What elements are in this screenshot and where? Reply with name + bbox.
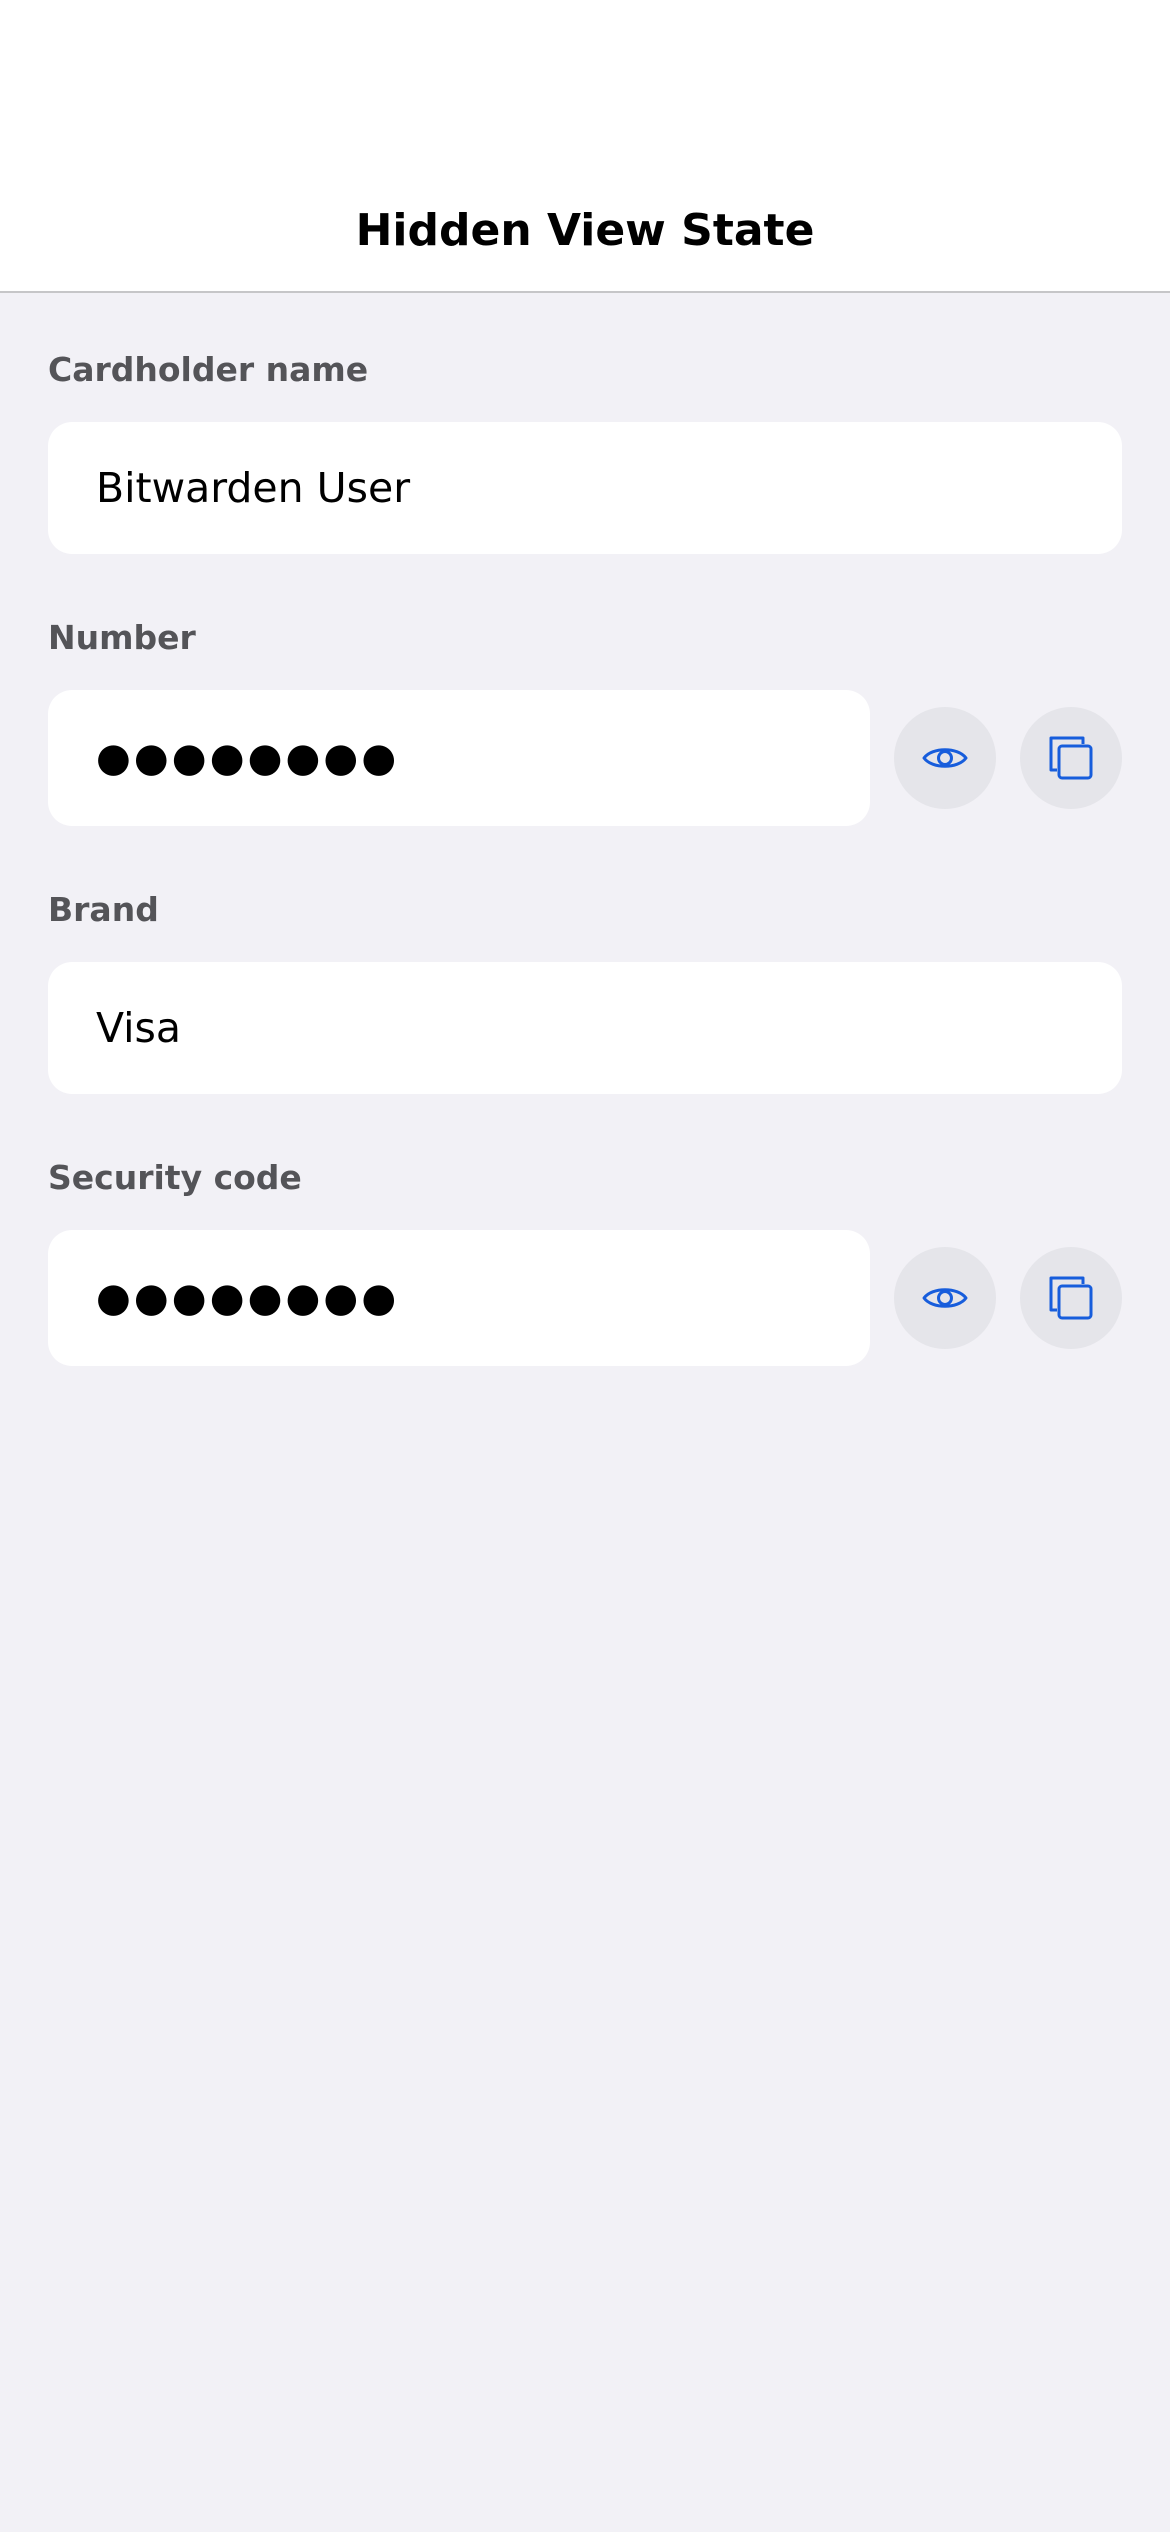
brand-value[interactable]: Visa: [48, 962, 1122, 1094]
security-code-field: Security code ●●●●●●●●: [48, 1148, 1122, 1366]
number-field: Number ●●●●●●●●: [48, 608, 1122, 826]
security-code-copy-button[interactable]: [1020, 1247, 1122, 1349]
copy-icon: [1049, 736, 1093, 780]
navigation-bar: Hidden View State: [0, 0, 1170, 293]
number-copy-button[interactable]: [1020, 707, 1122, 809]
cardholder-name-row: Bitwarden User: [48, 422, 1122, 554]
card-details-form: Cardholder name Bitwarden User Number ●●…: [48, 340, 1122, 1420]
eye-icon: [922, 748, 968, 768]
security-code-value[interactable]: ●●●●●●●●: [48, 1230, 870, 1366]
security-code-label: Security code: [48, 1158, 302, 1197]
security-code-reveal-button[interactable]: [894, 1247, 996, 1349]
security-code-row: ●●●●●●●●: [48, 1230, 1122, 1366]
brand-field: Brand Visa: [48, 880, 1122, 1094]
cardholder-name-label: Cardholder name: [48, 350, 369, 389]
page-title: Hidden View State: [355, 205, 815, 256]
eye-icon: [922, 1288, 968, 1308]
number-value[interactable]: ●●●●●●●●: [48, 690, 870, 826]
number-reveal-button[interactable]: [894, 707, 996, 809]
brand-row: Visa: [48, 962, 1122, 1094]
cardholder-name-field: Cardholder name Bitwarden User: [48, 340, 1122, 554]
number-label: Number: [48, 618, 196, 657]
brand-label: Brand: [48, 890, 159, 929]
cardholder-name-value[interactable]: Bitwarden User: [48, 422, 1122, 554]
number-row: ●●●●●●●●: [48, 690, 1122, 826]
copy-icon: [1049, 1276, 1093, 1320]
